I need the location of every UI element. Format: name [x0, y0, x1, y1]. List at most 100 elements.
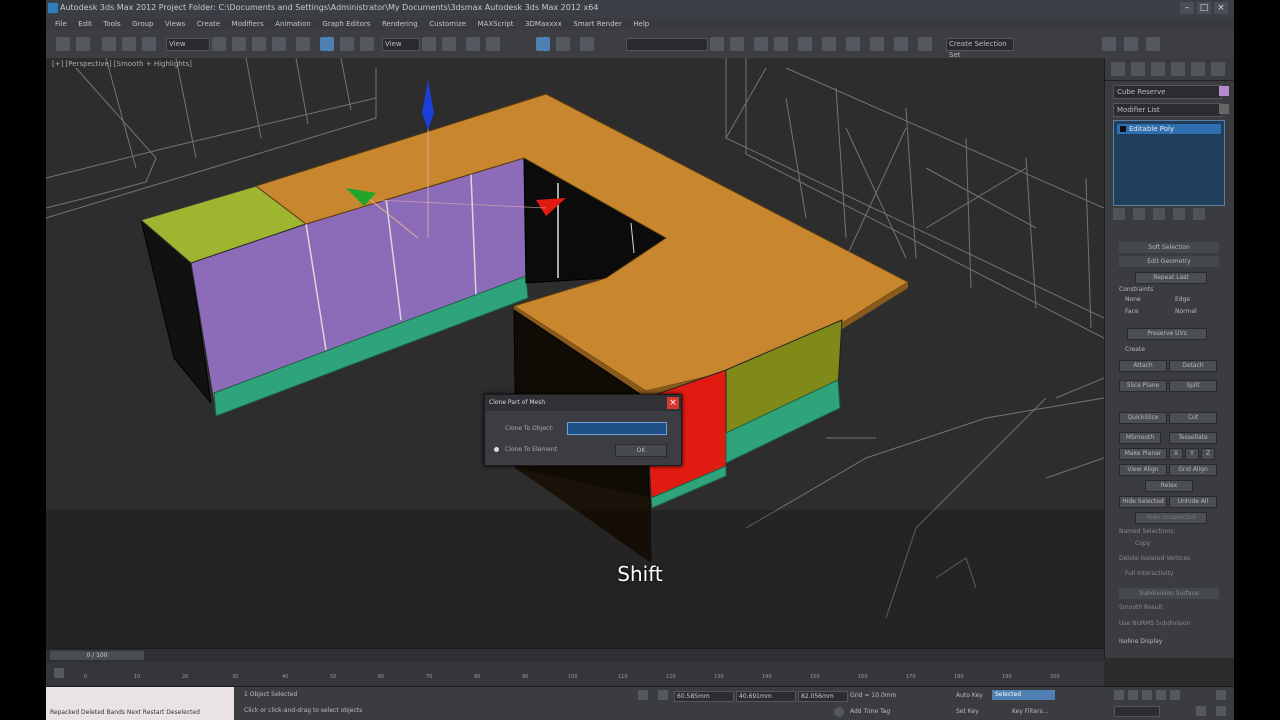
menu-tools[interactable]: Tools [103, 18, 120, 30]
key-filters-button[interactable]: Key Filters... [1012, 708, 1049, 715]
detach-button[interactable]: Detach [1169, 360, 1217, 372]
layer-manager-icon[interactable] [754, 37, 768, 51]
menu-maxscript[interactable]: MAXScript [478, 18, 514, 30]
modify-tab-icon[interactable] [1131, 62, 1145, 76]
use-nurms-checkbox[interactable]: Use NURMS Subdivision [1119, 620, 1190, 627]
maxscript-listener[interactable]: Repacked Deleted Bands Next Restart Dese… [46, 687, 234, 720]
menu-modifiers[interactable]: Modifiers [232, 18, 264, 30]
graphite-ribbon-icon[interactable] [774, 37, 788, 51]
ribbon-toggle-icon[interactable] [1124, 37, 1138, 51]
edit-named-selection-icon[interactable] [580, 37, 594, 51]
unlink-icon[interactable] [122, 37, 136, 51]
menu-file[interactable]: File [55, 18, 67, 30]
snaps-toggle-icon[interactable] [466, 37, 480, 51]
app-icon[interactable] [48, 3, 58, 13]
cut-button[interactable]: Cut [1169, 412, 1217, 424]
configure-sets-icon[interactable] [1193, 208, 1205, 220]
rollout-subdivision-surface[interactable]: Subdivision Surface [1119, 588, 1219, 599]
render-production-icon[interactable] [918, 37, 932, 51]
minimize-icon[interactable]: – [1180, 2, 1194, 14]
menu-animation[interactable]: Animation [275, 18, 311, 30]
lock-selection-icon[interactable] [638, 690, 648, 700]
current-frame-field[interactable] [1114, 706, 1160, 717]
zoom-extents-icon[interactable] [1216, 690, 1226, 700]
delete-isolated-checkbox[interactable]: Delete Isolated Vertices [1119, 555, 1190, 562]
window-crossing-icon[interactable] [272, 37, 286, 51]
create-tab-icon[interactable] [1111, 62, 1125, 76]
clone-to-object-input[interactable] [567, 422, 667, 435]
modifier-stack[interactable]: Editable Poly [1113, 120, 1225, 206]
mirror-icon[interactable] [710, 37, 724, 51]
menu-3dmaxxxx[interactable]: 3DMaxxxx [525, 18, 562, 30]
pin-stack-icon[interactable] [1113, 208, 1125, 220]
hide-unselected-button[interactable]: Hide Unselected [1135, 512, 1207, 524]
tessellate-button[interactable]: Tessellate [1169, 432, 1217, 444]
pivot-center-icon[interactable] [422, 37, 436, 51]
select-scale-icon[interactable] [360, 37, 374, 51]
constraint-edge-radio[interactable]: Edge [1175, 296, 1190, 303]
select-rotate-icon[interactable] [340, 37, 354, 51]
curve-editor-icon[interactable] [798, 37, 812, 51]
utilities-tab-icon[interactable] [1211, 62, 1225, 76]
display-tab-icon[interactable] [1191, 62, 1205, 76]
msmooth-button[interactable]: MSmooth [1119, 432, 1161, 444]
menu-customize[interactable]: Customize [429, 18, 466, 30]
previous-frame-icon[interactable] [1128, 690, 1138, 700]
material-editor-icon[interactable] [846, 37, 860, 51]
isoline-display-checkbox[interactable]: Isoline Display [1119, 638, 1162, 645]
x-coordinate-field[interactable]: 60.585mm [674, 691, 734, 702]
select-move-active-icon[interactable] [320, 37, 334, 51]
select-by-name-icon[interactable] [232, 37, 246, 51]
go-to-start-icon[interactable] [1114, 690, 1124, 700]
time-slider[interactable]: 0 / 100 [46, 648, 1104, 663]
clone-to-element-radio[interactable] [494, 447, 499, 452]
show-end-result-icon[interactable] [1133, 208, 1145, 220]
clone-to-element-label[interactable]: Clone To Element [505, 446, 557, 453]
track-bar[interactable]: 0 10 20 30 40 50 60 70 80 90 100 110 120… [46, 662, 1104, 686]
modifier-list-arrow-icon[interactable] [1219, 104, 1229, 114]
close-icon[interactable]: × [1214, 2, 1228, 14]
y-coordinate-field[interactable]: 40.691mm [736, 691, 796, 702]
select-move-icon[interactable] [296, 37, 310, 51]
menu-help[interactable]: Help [633, 18, 649, 30]
unhide-all-button[interactable]: Unhide All [1169, 496, 1217, 508]
align-icon[interactable] [730, 37, 744, 51]
bind-space-warp-icon[interactable] [142, 37, 156, 51]
copy-button[interactable]: Copy [1135, 540, 1150, 547]
dialog-ok-button[interactable]: OK [615, 444, 667, 457]
spinner-snap-icon[interactable] [556, 37, 570, 51]
play-icon[interactable] [1142, 690, 1152, 700]
selection-filter-dropdown[interactable]: View [166, 38, 210, 51]
menu-smart-render[interactable]: Smart Render [573, 18, 621, 30]
time-slider-frames[interactable]: 0 / 100 [50, 651, 144, 660]
constraint-face-radio[interactable]: Face [1125, 308, 1139, 315]
preserve-uvs-checkbox[interactable]: Preserve UVs [1127, 328, 1207, 340]
auto-key-button[interactable]: Auto Key [956, 692, 983, 699]
menu-edit[interactable]: Edit [78, 18, 92, 30]
rollout-edit-geometry[interactable]: Edit Geometry [1119, 256, 1219, 267]
angle-snap-icon[interactable] [486, 37, 500, 51]
modifier-list-dropdown[interactable]: Modifier List [1113, 103, 1222, 117]
time-config-icon[interactable] [1196, 706, 1206, 716]
orbit-icon[interactable] [1216, 706, 1226, 716]
command-panel-toggle-icon[interactable] [1102, 37, 1116, 51]
menu-views[interactable]: Views [165, 18, 185, 30]
absolute-mode-icon[interactable] [658, 690, 668, 700]
dialog-close-icon[interactable]: × [667, 397, 679, 409]
relax-button[interactable]: Relax [1145, 480, 1193, 492]
rectangular-selection-icon[interactable] [252, 37, 266, 51]
next-frame-icon[interactable] [1156, 690, 1166, 700]
remove-modifier-icon[interactable] [1173, 208, 1185, 220]
menu-graph-editors[interactable]: Graph Editors [322, 18, 370, 30]
time-tag-icon[interactable] [834, 707, 844, 717]
maxscript-tabs[interactable]: Repacked Deleted Bands Next Restart Dese… [50, 709, 200, 716]
hide-selected-button[interactable]: Hide Selected [1119, 496, 1167, 508]
reference-coordinate-dropdown[interactable]: View [382, 38, 420, 51]
slice-plane-button[interactable]: Slice Plane [1119, 380, 1167, 392]
stack-item-editable-poly[interactable]: Editable Poly [1117, 124, 1221, 134]
select-link-icon[interactable] [102, 37, 116, 51]
smooth-result-checkbox[interactable]: Smooth Result [1119, 604, 1163, 611]
percent-snap-icon[interactable] [536, 37, 550, 51]
undo-icon[interactable] [56, 37, 70, 51]
viewport-layout-icon[interactable] [1146, 37, 1160, 51]
